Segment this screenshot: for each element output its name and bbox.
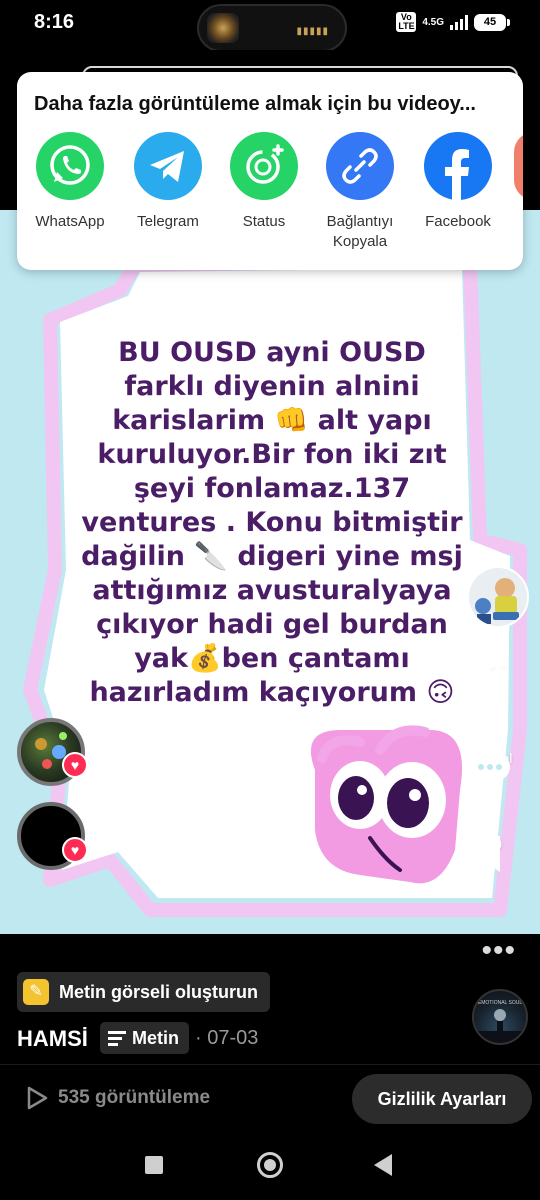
author-name[interactable]: HAMSİ bbox=[17, 1026, 88, 1052]
heart-icon[interactable] bbox=[468, 662, 512, 702]
share-whatsapp-label: WhatsApp bbox=[35, 213, 105, 230]
music-disc-caption: EMOTIONAL SOUL bbox=[477, 1000, 523, 1006]
status-icon[interactable] bbox=[230, 132, 298, 200]
telegram-icon[interactable] bbox=[134, 132, 202, 200]
audio-wave-icon: ▮▮▮▮▮ bbox=[296, 26, 329, 37]
share-sheet-title: Daha fazla görüntüleme almak için bu vid… bbox=[34, 93, 476, 115]
eyes-character bbox=[310, 725, 462, 884]
follow-heart-icon-2[interactable]: ♥ bbox=[62, 837, 88, 863]
status-time: 8:16 bbox=[34, 11, 75, 33]
bookmark-icon[interactable] bbox=[468, 834, 504, 874]
follow-heart-icon[interactable]: ♥ bbox=[62, 752, 88, 778]
views-indicator: 535 görüntüleme bbox=[26, 1086, 210, 1110]
share-telegram-label: Telegram bbox=[137, 213, 199, 230]
views-count: 535 görüntüleme bbox=[58, 1087, 211, 1108]
battery-icon: 45 bbox=[474, 13, 510, 31]
dynamic-island[interactable]: ▮▮▮▮▮ bbox=[197, 4, 347, 52]
volte-icon: Vo LTE bbox=[396, 12, 417, 32]
music-disc-image bbox=[474, 1009, 526, 1043]
creator-avatar[interactable] bbox=[467, 566, 529, 628]
share-status[interactable]: Status bbox=[219, 132, 309, 232]
whatsapp-icon[interactable] bbox=[36, 132, 104, 200]
comment-control[interactable]: İlk ol bbox=[468, 748, 528, 788]
share-facebook-label: Facebook bbox=[425, 213, 491, 230]
post-date: · 07-03 bbox=[195, 1027, 259, 1049]
video-content[interactable]: BU OUSD ayni OUSD farklı diyenin alnini … bbox=[0, 210, 540, 934]
music-disc[interactable]: EMOTIONAL SOUL bbox=[472, 989, 528, 1045]
status-bar: 8:16 ▮▮▮▮▮ Vo LTE 4.5G 45 bbox=[0, 0, 540, 52]
recents-button[interactable] bbox=[145, 1156, 163, 1174]
like-control[interactable]: 15 bbox=[468, 662, 528, 700]
share-status-label: Status bbox=[242, 213, 286, 230]
comment-icon[interactable] bbox=[468, 748, 512, 788]
system-nav-bar bbox=[0, 1130, 540, 1200]
media-thumbnail bbox=[207, 13, 239, 43]
home-button[interactable] bbox=[257, 1152, 283, 1178]
more-options-icon[interactable]: ••• bbox=[481, 934, 516, 968]
share-copy-link-label: Bağlantıyı Kopyala bbox=[326, 213, 394, 250]
divider bbox=[0, 1064, 540, 1065]
share-telegram[interactable]: Telegram bbox=[123, 132, 213, 232]
share-sheet: Daha fazla görüntüleme almak için bu vid… bbox=[17, 72, 523, 270]
creator-avatar-image bbox=[469, 568, 527, 626]
create-text-image-button[interactable]: ✎ Metin görseli oluşturun bbox=[17, 972, 271, 1012]
create-text-image-label: Metin görseli oluşturun bbox=[59, 981, 259, 1002]
save-control[interactable]: 0 bbox=[468, 834, 528, 872]
privacy-settings-button[interactable]: Gizlilik Ayarları bbox=[352, 1074, 532, 1124]
share-facebook[interactable]: Facebook bbox=[413, 132, 503, 232]
share-copy-link[interactable]: Bağlantıyı Kopyala bbox=[315, 132, 405, 252]
video-caption-text: BU OUSD ayni OUSD farklı diyenin alnini … bbox=[81, 337, 463, 708]
status-indicators: Vo LTE 4.5G 45 bbox=[396, 12, 510, 32]
signal-icon bbox=[450, 14, 468, 30]
network-type: 4.5G bbox=[422, 16, 444, 28]
facebook-icon[interactable] bbox=[424, 132, 492, 200]
share-more-peek[interactable] bbox=[514, 132, 523, 200]
play-icon bbox=[27, 1086, 48, 1110]
text-post-tag-label: Metin bbox=[132, 1027, 179, 1048]
text-post-tag[interactable]: Metin bbox=[100, 1022, 189, 1054]
back-button[interactable] bbox=[374, 1154, 392, 1176]
magic-wand-icon: ✎ bbox=[23, 979, 49, 1005]
share-whatsapp[interactable]: WhatsApp bbox=[25, 132, 115, 232]
text-lines-icon bbox=[108, 1031, 126, 1046]
link-icon[interactable] bbox=[326, 132, 394, 200]
